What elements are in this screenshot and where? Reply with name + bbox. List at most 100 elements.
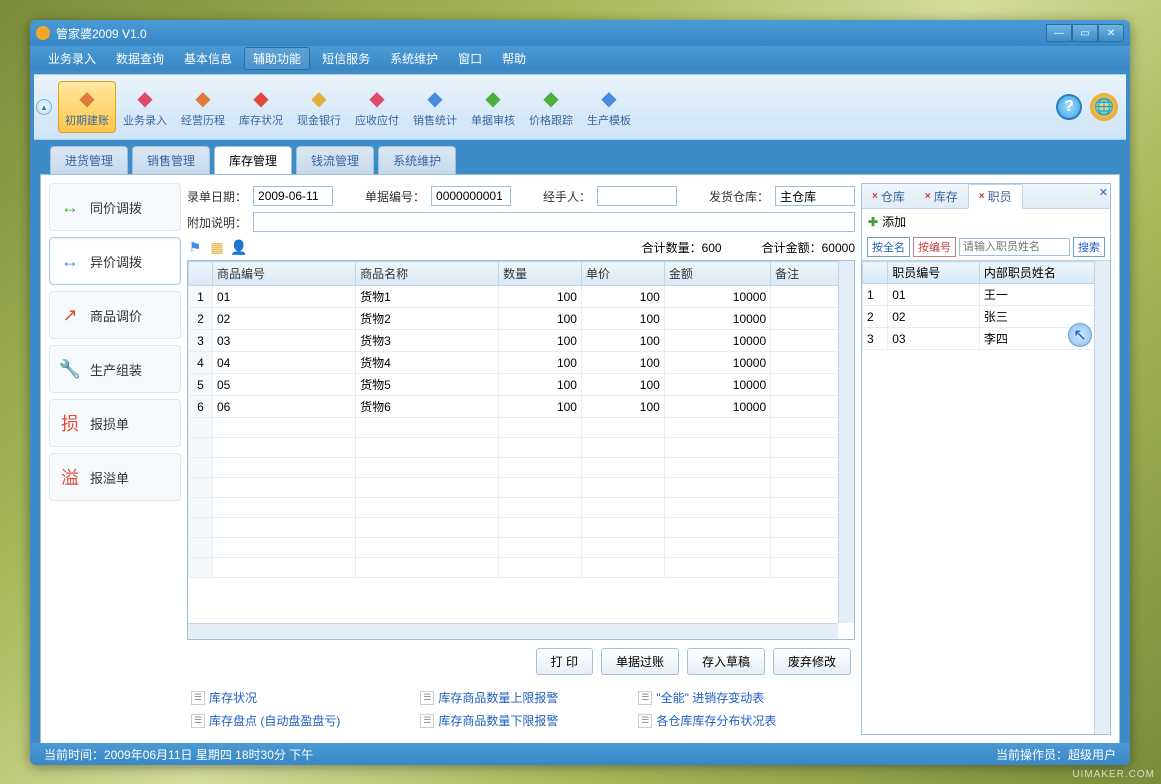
filter-bycode-button[interactable]: 按编号 [913, 237, 956, 257]
toolbar: ◆初期建账◆业务录入◆经营历程◆库存状况◆现金银行◆应收应付◆销售统计◆单据审核… [54, 75, 1056, 139]
sidebar-item-1[interactable]: ↔异价调拨 [49, 237, 181, 285]
table-row[interactable]: 101王一 [863, 284, 1110, 306]
link[interactable]: ☰库存商品数量下限报警 [420, 712, 558, 729]
tab-2[interactable]: 库存管理 [214, 146, 292, 174]
rp-tab-0[interactable]: ×仓库 [862, 184, 915, 208]
close-button[interactable]: ✕ [1098, 24, 1124, 42]
list-icon: ☰ [420, 714, 434, 728]
app-window: 管家婆2009 V1.0 — ▭ ✕ 业务录入数据查询基本信息辅助功能短信服务系… [30, 20, 1130, 765]
grid-scrollbar-x[interactable] [188, 623, 838, 639]
toolbar-btn-1[interactable]: ◆业务录入 [116, 82, 174, 132]
total-qty: 合计数量：600 [642, 239, 722, 256]
tab-3[interactable]: 钱流管理 [296, 146, 374, 174]
menubar: 业务录入数据查询基本信息辅助功能短信服务系统维护窗口帮助 [30, 46, 1130, 70]
list-icon: ☰ [191, 714, 205, 728]
main-tabs: 进货管理销售管理库存管理钱流管理系统维护 [50, 146, 1126, 174]
note-input[interactable] [253, 212, 855, 232]
arrow-bubble-icon[interactable]: ↖ [1068, 323, 1092, 347]
status-time: 当前时间：2009年06月11日 星期四 18时30分 下午 [44, 746, 313, 763]
note-label: 附加说明： [187, 214, 247, 231]
rp-scrollbar-y[interactable] [1094, 261, 1110, 734]
menu-5[interactable]: 系统维护 [382, 48, 446, 69]
globe-icon[interactable]: 🌐 [1090, 93, 1118, 121]
sidebar-item-2[interactable]: ↗商品调价 [49, 291, 181, 339]
link[interactable]: ☰库存商品数量上限报警 [420, 689, 558, 706]
menu-4[interactable]: 短信服务 [314, 48, 378, 69]
toolbar-collapse-toggle[interactable]: ▲ [34, 75, 54, 139]
link-area: ☰库存状况 ☰库存盘点 (自动盘盈盘亏) ☰库存商品数量上限报警 ☰库存商品数量下限报… [187, 683, 855, 735]
table-row[interactable]: 101货物110010010000 [189, 286, 854, 308]
list-icon: ☰ [638, 714, 652, 728]
sidebar-item-0[interactable]: ↔同价调拨 [49, 183, 181, 231]
total-amt: 合计金额：60000 [762, 239, 855, 256]
grid-scrollbar-y[interactable] [838, 261, 854, 623]
link[interactable]: ☰库存状况 [191, 689, 340, 706]
menu-0[interactable]: 业务录入 [40, 48, 104, 69]
date-label: 录单日期： [187, 188, 247, 205]
table-row[interactable]: 303货物310010010000 [189, 330, 854, 352]
status-operator: 当前操作员：超级用户 [996, 746, 1116, 763]
docno-label: 单据编号： [365, 188, 425, 205]
table-row[interactable]: 606货物610010010000 [189, 396, 854, 418]
main-panel: 录单日期： 单据编号： 经手人： 发货仓库： 附加说明： ⚑ ▦ 👤 [187, 183, 855, 735]
minimize-button[interactable]: — [1046, 24, 1072, 42]
sidebar: ↔同价调拨 ↔异价调拨 ↗商品调价 🔧生产组装损报损单溢报溢单 [49, 183, 181, 735]
table-row[interactable]: 505货物510010010000 [189, 374, 854, 396]
goods-grid[interactable]: 商品编号商品名称数量单价金额备注101货物110010010000202货物21… [187, 260, 855, 640]
tab-4[interactable]: 系统维护 [378, 146, 456, 174]
menu-3[interactable]: 辅助功能 [244, 47, 310, 70]
menu-7[interactable]: 帮助 [494, 48, 534, 69]
person-icon[interactable]: 👤 [231, 240, 247, 256]
list-icon: ☰ [638, 691, 652, 705]
tab-1[interactable]: 销售管理 [132, 146, 210, 174]
maximize-button[interactable]: ▭ [1072, 24, 1098, 42]
print-button[interactable]: 打 印 [536, 648, 593, 675]
sidebar-item-3[interactable]: 🔧生产组装 [49, 345, 181, 393]
right-panel-tabs: ×仓库×库存×职员 [862, 184, 1110, 209]
docno-input[interactable] [431, 186, 511, 206]
staff-grid[interactable]: 职员编号内部职员姓名101王一202张三303李四 ↖ [862, 260, 1110, 734]
toolbar-btn-0[interactable]: ◆初期建账 [58, 81, 116, 133]
sidebar-item-4[interactable]: 损报损单 [49, 399, 181, 447]
table-row[interactable]: 202货物210010010000 [189, 308, 854, 330]
filter-byname-button[interactable]: 按全名 [867, 237, 910, 257]
rp-tab-2[interactable]: ×职员 [968, 184, 1023, 209]
tab-0[interactable]: 进货管理 [50, 146, 128, 174]
link[interactable]: ☰各仓库库存分布状况表 [638, 712, 776, 729]
toolbar-btn-6[interactable]: ◆销售统计 [406, 82, 464, 132]
toolbar-btn-5[interactable]: ◆应收应付 [348, 82, 406, 132]
building1-icon[interactable]: ⚑ [187, 240, 203, 256]
draft-button[interactable]: 存入草稿 [687, 648, 765, 675]
sidebar-item-5[interactable]: 溢报溢单 [49, 453, 181, 501]
link[interactable]: ☰"全能" 进销存变动表 [638, 689, 776, 706]
toolbar-btn-2[interactable]: ◆经营历程 [174, 82, 232, 132]
toolbar-btn-4[interactable]: ◆现金银行 [290, 82, 348, 132]
warehouse-input[interactable] [775, 186, 855, 206]
warehouse-label: 发货仓库： [709, 188, 769, 205]
post-button[interactable]: 单据过账 [601, 648, 679, 675]
handler-label: 经手人： [543, 188, 591, 205]
date-input[interactable] [253, 186, 333, 206]
toolbar-btn-8[interactable]: ◆价格跟踪 [522, 82, 580, 132]
discard-button[interactable]: 废弃修改 [773, 648, 851, 675]
toolbar-wrap: ▲ ◆初期建账◆业务录入◆经营历程◆库存状况◆现金银行◆应收应付◆销售统计◆单据… [34, 74, 1126, 140]
toolbar-btn-7[interactable]: ◆单据审核 [464, 82, 522, 132]
link[interactable]: ☰库存盘点 (自动盘盈盘亏) [191, 712, 340, 729]
watermark: UIMAKER.COM [1072, 769, 1155, 780]
search-input[interactable] [959, 238, 1070, 256]
menu-1[interactable]: 数据查询 [108, 48, 172, 69]
building2-icon[interactable]: ▦ [209, 240, 225, 256]
handler-input[interactable] [597, 186, 677, 206]
table-row[interactable]: 404货物410010010000 [189, 352, 854, 374]
toolbar-btn-3[interactable]: ◆库存状况 [232, 82, 290, 132]
rp-tab-1[interactable]: ×库存 [915, 184, 968, 208]
plus-icon: ✚ [868, 215, 878, 229]
titlebar[interactable]: 管家婆2009 V1.0 — ▭ ✕ [30, 20, 1130, 46]
menu-2[interactable]: 基本信息 [176, 48, 240, 69]
menu-6[interactable]: 窗口 [450, 48, 490, 69]
search-button[interactable]: 搜索 [1073, 237, 1105, 257]
right-panel-close-icon[interactable]: ✕ [1099, 186, 1108, 199]
toolbar-btn-9[interactable]: ◆生产模板 [580, 82, 638, 132]
add-button[interactable]: ✚添加 [862, 209, 1110, 234]
help-icon[interactable]: ? [1056, 94, 1082, 120]
